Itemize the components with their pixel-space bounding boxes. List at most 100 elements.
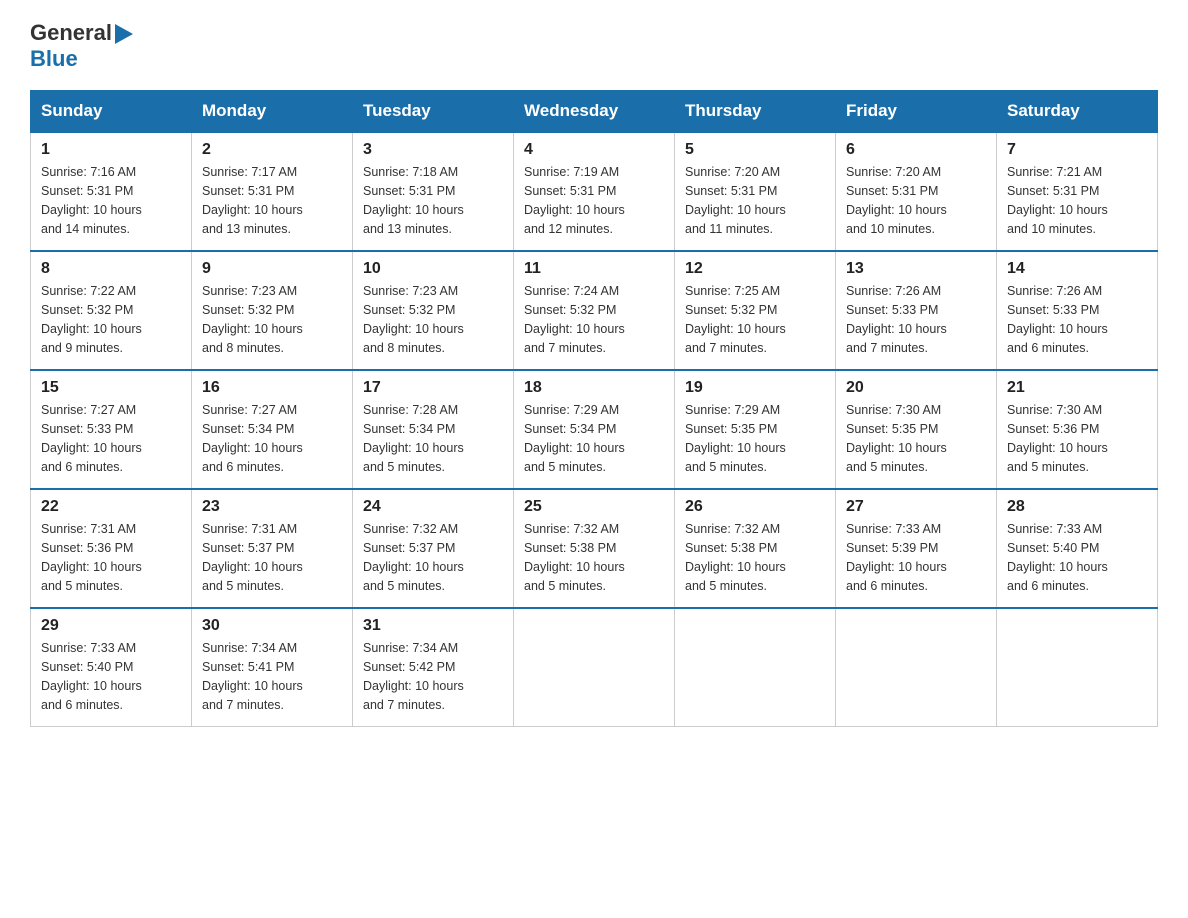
calendar-cell: 24 Sunrise: 7:32 AM Sunset: 5:37 PM Dayl…	[353, 489, 514, 608]
calendar-cell: 8 Sunrise: 7:22 AM Sunset: 5:32 PM Dayli…	[31, 251, 192, 370]
day-info: Sunrise: 7:33 AM Sunset: 5:40 PM Dayligh…	[1007, 520, 1147, 595]
calendar-cell: 20 Sunrise: 7:30 AM Sunset: 5:35 PM Dayl…	[836, 370, 997, 489]
calendar-cell: 3 Sunrise: 7:18 AM Sunset: 5:31 PM Dayli…	[353, 132, 514, 251]
logo-arrow-icon	[115, 24, 133, 44]
calendar-cell: 31 Sunrise: 7:34 AM Sunset: 5:42 PM Dayl…	[353, 608, 514, 727]
day-info: Sunrise: 7:26 AM Sunset: 5:33 PM Dayligh…	[846, 282, 986, 357]
calendar-cell: 28 Sunrise: 7:33 AM Sunset: 5:40 PM Dayl…	[997, 489, 1158, 608]
day-info: Sunrise: 7:21 AM Sunset: 5:31 PM Dayligh…	[1007, 163, 1147, 238]
day-number: 6	[846, 141, 986, 159]
calendar-week-row: 8 Sunrise: 7:22 AM Sunset: 5:32 PM Dayli…	[31, 251, 1158, 370]
day-number: 2	[202, 141, 342, 159]
weekday-header-row: SundayMondayTuesdayWednesdayThursdayFrid…	[31, 91, 1158, 133]
day-number: 24	[363, 498, 503, 516]
day-number: 14	[1007, 260, 1147, 278]
day-number: 27	[846, 498, 986, 516]
calendar-cell: 2 Sunrise: 7:17 AM Sunset: 5:31 PM Dayli…	[192, 132, 353, 251]
day-info: Sunrise: 7:32 AM Sunset: 5:38 PM Dayligh…	[524, 520, 664, 595]
day-number: 8	[41, 260, 181, 278]
day-info: Sunrise: 7:31 AM Sunset: 5:36 PM Dayligh…	[41, 520, 181, 595]
day-info: Sunrise: 7:20 AM Sunset: 5:31 PM Dayligh…	[846, 163, 986, 238]
day-number: 28	[1007, 498, 1147, 516]
weekday-header-wednesday: Wednesday	[514, 91, 675, 133]
weekday-header-tuesday: Tuesday	[353, 91, 514, 133]
day-number: 30	[202, 617, 342, 635]
calendar-cell: 12 Sunrise: 7:25 AM Sunset: 5:32 PM Dayl…	[675, 251, 836, 370]
calendar-week-row: 29 Sunrise: 7:33 AM Sunset: 5:40 PM Dayl…	[31, 608, 1158, 727]
calendar-cell: 11 Sunrise: 7:24 AM Sunset: 5:32 PM Dayl…	[514, 251, 675, 370]
weekday-header-sunday: Sunday	[31, 91, 192, 133]
day-info: Sunrise: 7:33 AM Sunset: 5:40 PM Dayligh…	[41, 639, 181, 714]
day-info: Sunrise: 7:24 AM Sunset: 5:32 PM Dayligh…	[524, 282, 664, 357]
day-info: Sunrise: 7:34 AM Sunset: 5:42 PM Dayligh…	[363, 639, 503, 714]
day-info: Sunrise: 7:33 AM Sunset: 5:39 PM Dayligh…	[846, 520, 986, 595]
day-number: 19	[685, 379, 825, 397]
weekday-header-saturday: Saturday	[997, 91, 1158, 133]
day-info: Sunrise: 7:16 AM Sunset: 5:31 PM Dayligh…	[41, 163, 181, 238]
day-number: 7	[1007, 141, 1147, 159]
day-info: Sunrise: 7:32 AM Sunset: 5:37 PM Dayligh…	[363, 520, 503, 595]
calendar-week-row: 1 Sunrise: 7:16 AM Sunset: 5:31 PM Dayli…	[31, 132, 1158, 251]
day-info: Sunrise: 7:23 AM Sunset: 5:32 PM Dayligh…	[202, 282, 342, 357]
calendar-cell: 25 Sunrise: 7:32 AM Sunset: 5:38 PM Dayl…	[514, 489, 675, 608]
day-number: 25	[524, 498, 664, 516]
day-info: Sunrise: 7:19 AM Sunset: 5:31 PM Dayligh…	[524, 163, 664, 238]
calendar-cell: 14 Sunrise: 7:26 AM Sunset: 5:33 PM Dayl…	[997, 251, 1158, 370]
day-info: Sunrise: 7:18 AM Sunset: 5:31 PM Dayligh…	[363, 163, 503, 238]
day-number: 23	[202, 498, 342, 516]
calendar-cell: 17 Sunrise: 7:28 AM Sunset: 5:34 PM Dayl…	[353, 370, 514, 489]
weekday-header-friday: Friday	[836, 91, 997, 133]
calendar-cell	[675, 608, 836, 727]
calendar-cell: 23 Sunrise: 7:31 AM Sunset: 5:37 PM Dayl…	[192, 489, 353, 608]
day-info: Sunrise: 7:30 AM Sunset: 5:36 PM Dayligh…	[1007, 401, 1147, 476]
day-number: 22	[41, 498, 181, 516]
calendar-week-row: 15 Sunrise: 7:27 AM Sunset: 5:33 PM Dayl…	[31, 370, 1158, 489]
day-info: Sunrise: 7:29 AM Sunset: 5:34 PM Dayligh…	[524, 401, 664, 476]
calendar-cell: 4 Sunrise: 7:19 AM Sunset: 5:31 PM Dayli…	[514, 132, 675, 251]
calendar-cell: 27 Sunrise: 7:33 AM Sunset: 5:39 PM Dayl…	[836, 489, 997, 608]
calendar-cell: 26 Sunrise: 7:32 AM Sunset: 5:38 PM Dayl…	[675, 489, 836, 608]
calendar-cell: 18 Sunrise: 7:29 AM Sunset: 5:34 PM Dayl…	[514, 370, 675, 489]
day-info: Sunrise: 7:28 AM Sunset: 5:34 PM Dayligh…	[363, 401, 503, 476]
day-info: Sunrise: 7:27 AM Sunset: 5:33 PM Dayligh…	[41, 401, 181, 476]
day-number: 16	[202, 379, 342, 397]
day-number: 12	[685, 260, 825, 278]
page-header: General Blue	[30, 20, 1158, 72]
calendar-cell: 22 Sunrise: 7:31 AM Sunset: 5:36 PM Dayl…	[31, 489, 192, 608]
day-number: 31	[363, 617, 503, 635]
day-number: 17	[363, 379, 503, 397]
calendar-cell	[514, 608, 675, 727]
logo: General Blue	[30, 20, 133, 72]
day-info: Sunrise: 7:29 AM Sunset: 5:35 PM Dayligh…	[685, 401, 825, 476]
day-info: Sunrise: 7:25 AM Sunset: 5:32 PM Dayligh…	[685, 282, 825, 357]
day-info: Sunrise: 7:20 AM Sunset: 5:31 PM Dayligh…	[685, 163, 825, 238]
calendar-cell: 19 Sunrise: 7:29 AM Sunset: 5:35 PM Dayl…	[675, 370, 836, 489]
day-number: 29	[41, 617, 181, 635]
calendar-table: SundayMondayTuesdayWednesdayThursdayFrid…	[30, 90, 1158, 727]
day-info: Sunrise: 7:30 AM Sunset: 5:35 PM Dayligh…	[846, 401, 986, 476]
calendar-cell	[997, 608, 1158, 727]
calendar-cell: 13 Sunrise: 7:26 AM Sunset: 5:33 PM Dayl…	[836, 251, 997, 370]
day-number: 26	[685, 498, 825, 516]
day-number: 10	[363, 260, 503, 278]
calendar-cell: 29 Sunrise: 7:33 AM Sunset: 5:40 PM Dayl…	[31, 608, 192, 727]
day-number: 21	[1007, 379, 1147, 397]
day-info: Sunrise: 7:27 AM Sunset: 5:34 PM Dayligh…	[202, 401, 342, 476]
calendar-cell: 30 Sunrise: 7:34 AM Sunset: 5:41 PM Dayl…	[192, 608, 353, 727]
calendar-cell: 21 Sunrise: 7:30 AM Sunset: 5:36 PM Dayl…	[997, 370, 1158, 489]
day-info: Sunrise: 7:34 AM Sunset: 5:41 PM Dayligh…	[202, 639, 342, 714]
day-info: Sunrise: 7:22 AM Sunset: 5:32 PM Dayligh…	[41, 282, 181, 357]
logo-blue: Blue	[30, 46, 78, 71]
calendar-cell: 7 Sunrise: 7:21 AM Sunset: 5:31 PM Dayli…	[997, 132, 1158, 251]
day-number: 20	[846, 379, 986, 397]
calendar-cell: 9 Sunrise: 7:23 AM Sunset: 5:32 PM Dayli…	[192, 251, 353, 370]
day-number: 4	[524, 141, 664, 159]
calendar-cell: 5 Sunrise: 7:20 AM Sunset: 5:31 PM Dayli…	[675, 132, 836, 251]
weekday-header-monday: Monday	[192, 91, 353, 133]
day-number: 13	[846, 260, 986, 278]
weekday-header-thursday: Thursday	[675, 91, 836, 133]
day-number: 3	[363, 141, 503, 159]
calendar-cell: 16 Sunrise: 7:27 AM Sunset: 5:34 PM Dayl…	[192, 370, 353, 489]
day-info: Sunrise: 7:26 AM Sunset: 5:33 PM Dayligh…	[1007, 282, 1147, 357]
day-number: 18	[524, 379, 664, 397]
